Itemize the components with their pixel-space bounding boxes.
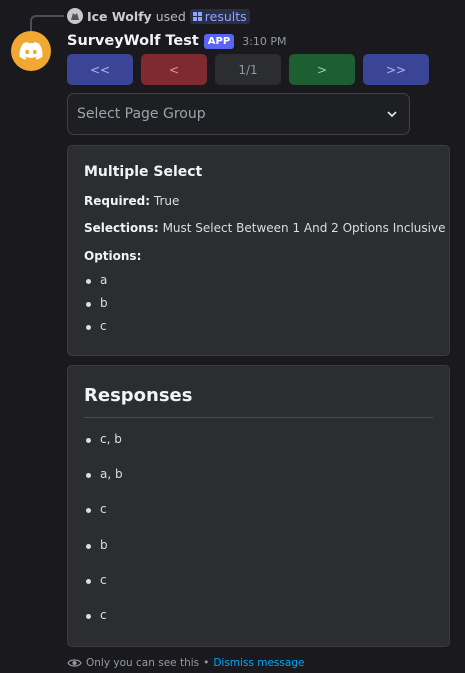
responses-divider	[84, 417, 433, 418]
first-page-button[interactable]: <<	[67, 54, 133, 85]
response-item: c	[85, 502, 123, 537]
slash-command-icon	[192, 11, 202, 21]
required-field: Required: True	[84, 194, 179, 208]
option-item: c	[85, 319, 108, 342]
user-avatar-icon[interactable]	[67, 8, 83, 24]
options-list: a b c	[85, 273, 108, 342]
ephemeral-text: Only you can see this	[86, 657, 200, 669]
last-page-button[interactable]: >>	[363, 54, 429, 85]
reply-username[interactable]: Ice Wolfy	[87, 9, 152, 24]
command-mention[interactable]: results	[189, 8, 250, 24]
page-group-select[interactable]: Select Page Group	[67, 93, 410, 135]
selections-label: Selections:	[84, 221, 159, 235]
response-item: c, b	[85, 432, 123, 467]
response-item: a, b	[85, 467, 123, 502]
timestamp: 3:10 PM	[242, 34, 287, 48]
question-title: Multiple Select	[84, 164, 203, 180]
response-item: c	[85, 573, 123, 608]
discord-logo-icon	[19, 42, 43, 60]
responses-title: Responses	[84, 385, 193, 406]
bot-avatar[interactable]	[11, 31, 51, 71]
eye-icon	[67, 659, 82, 667]
reply-connector	[30, 15, 64, 31]
reply-used-text: used	[155, 8, 186, 24]
option-item: a	[85, 273, 108, 296]
question-embed: Multiple Select Required: True Selection…	[67, 145, 450, 356]
next-page-button[interactable]: >	[289, 54, 355, 85]
app-tag: APP	[203, 33, 235, 49]
required-label: Required:	[84, 194, 151, 208]
option-item: b	[85, 296, 108, 319]
responses-embed: Responses c, b a, b c b c c	[67, 365, 450, 647]
responses-list: c, b a, b c b c c	[85, 432, 123, 643]
footer-separator: •	[203, 657, 210, 669]
previous-page-button[interactable]: <	[141, 54, 207, 85]
page-indicator-button[interactable]: 1/1	[215, 54, 281, 85]
message-header: SurveyWolf Test APP 3:10 PM	[67, 31, 287, 51]
command-name: results	[204, 8, 247, 24]
select-placeholder: Select Page Group	[77, 106, 206, 122]
dismiss-message-link[interactable]: Dismiss message	[213, 657, 304, 669]
pagination-buttons: << < 1/1 > >>	[67, 54, 429, 85]
options-label: Options:	[84, 249, 142, 263]
required-value: True	[153, 194, 180, 208]
ephemeral-notice: Only you can see this • Dismiss message	[67, 655, 304, 671]
options-field: Options:	[84, 249, 141, 263]
selections-value: Must Select Between 1 And 2 Options Incl…	[162, 221, 446, 235]
bot-name[interactable]: SurveyWolf Test	[67, 33, 199, 49]
response-item: b	[85, 538, 123, 573]
response-item: c	[85, 608, 123, 643]
selections-field: Selections: Must Select Between 1 And 2 …	[84, 221, 445, 235]
chevron-down-icon	[387, 111, 397, 118]
reply-context: Ice Wolfy used results	[67, 7, 250, 25]
